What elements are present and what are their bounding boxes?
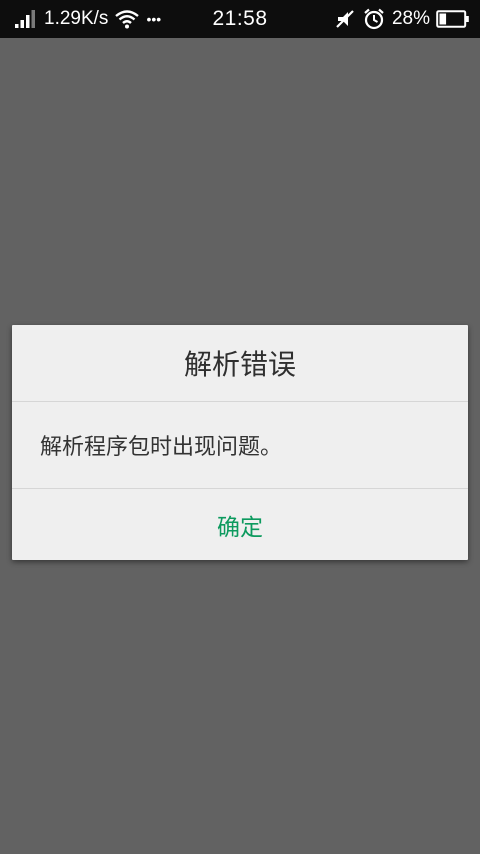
status-bar-left: 1.29K/s ••• bbox=[14, 0, 167, 38]
battery-icon bbox=[436, 9, 470, 29]
battery-percent: 28% bbox=[391, 8, 430, 29]
wifi-icon bbox=[114, 9, 140, 29]
dialog-message: 解析程序包时出现问题。 bbox=[40, 435, 283, 460]
vibrate-off-icon bbox=[334, 8, 356, 30]
status-bar-right: 28% bbox=[328, 0, 470, 38]
confirm-button[interactable]: 确定 bbox=[12, 489, 468, 560]
status-bar: 1.29K/s ••• 21:58 28% bbox=[0, 0, 480, 38]
clock: 21:58 bbox=[212, 7, 268, 30]
more-indicator: ••• bbox=[146, 11, 162, 27]
network-speed: 1.29K/s bbox=[44, 8, 109, 29]
signal-icon bbox=[14, 9, 38, 29]
alarm-icon bbox=[362, 7, 386, 31]
parse-error-dialog: 解析错误 解析程序包时出现问题。 确定 bbox=[12, 325, 468, 560]
dialog-title: 解析错误 bbox=[183, 348, 296, 381]
